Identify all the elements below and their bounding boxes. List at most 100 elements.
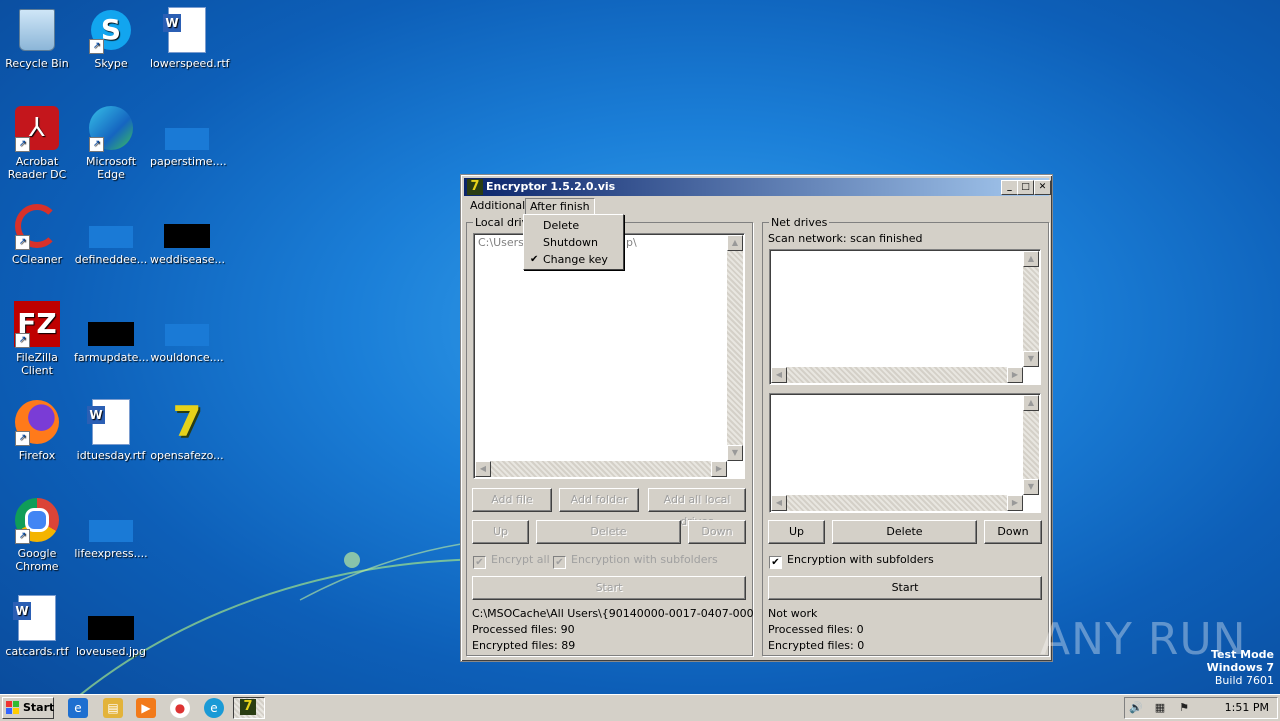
scroll-down-icon[interactable]: ▼ (1023, 351, 1039, 367)
add-folder-button[interactable]: Add folder (559, 488, 639, 512)
net-drives-list[interactable]: ▲ ▼ ◀ ▶ (769, 249, 1041, 385)
desktop-icon[interactable]: farmupdate... (74, 300, 149, 364)
net-files-vertical-scrollbar[interactable]: ▲ ▼ (1023, 395, 1039, 495)
media-player-icon[interactable]: ▶ (136, 698, 156, 718)
desktop-icon[interactable]: Wcatcards.rtf (0, 594, 74, 658)
local-down-button[interactable]: Down (688, 520, 746, 544)
encryptor-app-icon: 7 (240, 699, 256, 715)
desktop-icon-label: Acrobat Reader DC (7, 155, 67, 181)
scroll-down-icon[interactable]: ▼ (1023, 479, 1039, 495)
speaker-icon[interactable]: 🔊 (1129, 701, 1143, 715)
close-button[interactable]: ✕ (1034, 180, 1051, 195)
desktop-icon[interactable]: 7 opensafezo... (150, 397, 224, 463)
watermark-line2: Windows 7 (1206, 661, 1274, 674)
shortcut-arrow-icon: ↗ (89, 39, 104, 54)
flag-icon[interactable]: ⚑ (1177, 701, 1191, 715)
recycle-bin-icon (13, 6, 61, 54)
menu-item-change-key[interactable]: ✔ Change key (525, 251, 622, 268)
encrypt-all-checkbox[interactable]: ✔ Encrypt all (473, 553, 550, 569)
desktop-icon[interactable]: lifeexpress.... (74, 496, 148, 560)
desktop-icon[interactable]: defineddee... (74, 202, 148, 266)
scroll-left-icon[interactable]: ◀ (475, 461, 491, 477)
clock[interactable]: 1:51 PM (1225, 701, 1269, 714)
desktop-icon-label: catcards.rtf (5, 645, 69, 658)
net-down-button[interactable]: Down (984, 520, 1042, 544)
desktop-icon[interactable]: wouldonce.... (150, 300, 224, 364)
desktop-icon-label: Firefox (18, 449, 56, 462)
net-delete-button[interactable]: Delete (832, 520, 977, 544)
black-file-icon (87, 300, 135, 348)
scroll-up-icon[interactable]: ▲ (1023, 251, 1039, 267)
scroll-right-icon[interactable]: ▶ (1007, 367, 1023, 383)
desktop-icon[interactable]: FZ ↗ FileZilla Client (0, 300, 74, 377)
desktop-icon[interactable]: Wlowerspeed.rtf (150, 6, 230, 70)
scroll-up-icon[interactable]: ▲ (727, 235, 743, 251)
scroll-right-icon[interactable]: ▶ (1007, 495, 1023, 511)
net-vertical-scrollbar[interactable]: ▲ ▼ (1023, 251, 1039, 367)
skype-icon: S ↗ (87, 6, 135, 54)
network-icon[interactable]: ▦ (1153, 701, 1167, 715)
local-vertical-scrollbar[interactable]: ▲ ▼ (727, 235, 743, 461)
add-all-local-drives-button[interactable]: Add all local drives (648, 488, 746, 528)
shortcut-arrow-icon: ↗ (15, 529, 30, 544)
desktop-icon[interactable]: ↗ Microsoft Edge (74, 104, 148, 181)
local-delete-button[interactable]: Delete (536, 520, 681, 544)
local-horizontal-scrollbar[interactable]: ◀ ▶ (475, 461, 727, 477)
desktop-icon[interactable]: ↗ Google Chrome (0, 496, 74, 573)
desktop-icon[interactable]: loveused.jpg (74, 594, 148, 658)
encryptor-app-icon: 7 (172, 397, 202, 446)
desktop-icon-label: CCleaner (11, 253, 63, 266)
start-button[interactable]: Start (2, 697, 54, 719)
maximize-button[interactable]: □ (1017, 180, 1034, 195)
menu-item-delete[interactable]: Delete (525, 217, 622, 234)
edge-icon[interactable]: e (204, 698, 224, 718)
desktop-icon[interactable]: paperstime.... (150, 104, 227, 168)
desktop-icon[interactable]: Widtuesday.rtf (74, 398, 148, 462)
net-subfolders-checkbox[interactable]: ✔ Encryption with subfolders (769, 553, 934, 569)
internet-explorer-icon[interactable]: e (68, 698, 88, 718)
scan-network-status: Scan network: scan finished (768, 232, 923, 245)
shortcut-arrow-icon: ↗ (15, 137, 30, 152)
blank-file-icon (163, 104, 211, 152)
local-subfolders-checkbox[interactable]: ✔ Encryption with subfolders (553, 553, 718, 569)
desktop-icon-label: weddisease... (150, 253, 226, 266)
desktop-icon[interactable]: S ↗ Skype (74, 6, 148, 70)
desktop-icon[interactable]: weddisease... (150, 202, 226, 266)
scroll-up-icon[interactable]: ▲ (1023, 395, 1039, 411)
local-up-button[interactable]: Up (472, 520, 529, 544)
chrome-icon[interactable]: ● (170, 698, 190, 718)
black-file-icon (87, 594, 135, 642)
shortcut-arrow-icon: ↗ (15, 235, 30, 250)
net-horizontal-scrollbar[interactable]: ◀ ▶ (771, 367, 1023, 383)
desktop-icon-label: paperstime.... (150, 155, 227, 168)
net-up-button[interactable]: Up (768, 520, 825, 544)
desktop-icon[interactable]: ↗ Firefox (0, 398, 74, 462)
menu-additional[interactable]: Additional (466, 198, 529, 214)
word-document-icon: W (13, 594, 61, 642)
list-item[interactable]: C:\Users\ p\ (478, 236, 637, 249)
desktop-icon[interactable]: ⅄ ↗ Acrobat Reader DC (0, 104, 74, 181)
net-files-list[interactable]: ▲ ▼ ◀ ▶ (769, 393, 1041, 513)
taskbar-encryptor-button[interactable]: 7 (233, 697, 265, 719)
after-finish-menu: Delete Shutdown ✔ Change key (523, 214, 624, 270)
local-encrypted-count: Encrypted files: 89 (472, 639, 576, 652)
scroll-left-icon[interactable]: ◀ (771, 495, 787, 511)
file-explorer-icon[interactable]: ▤ (103, 698, 123, 718)
minimize-button[interactable]: _ (1001, 180, 1018, 195)
desktop-icon-label: Google Chrome (15, 547, 59, 573)
desktop-icon-label: wouldonce.... (150, 351, 224, 364)
desktop-icon-label: opensafezo... (150, 449, 224, 462)
net-start-button[interactable]: Start (768, 576, 1042, 600)
local-start-button[interactable]: Start (472, 576, 746, 600)
blank-file-icon (163, 300, 211, 348)
local-drives-group: Local drive C:\Users\ p\ ▲ ▼ ◀ ▶ Add file… (466, 216, 753, 656)
scroll-left-icon[interactable]: ◀ (771, 367, 787, 383)
desktop-icon[interactable]: ↗ CCleaner (0, 202, 74, 266)
add-file-button[interactable]: Add file (472, 488, 552, 512)
scroll-right-icon[interactable]: ▶ (711, 461, 727, 477)
menu-item-shutdown[interactable]: Shutdown (525, 234, 622, 251)
scroll-down-icon[interactable]: ▼ (727, 445, 743, 461)
window-titlebar[interactable]: 7 Encryptor 1.5.2.0.vis _ □ ✕ (464, 178, 1051, 196)
net-files-horizontal-scrollbar[interactable]: ◀ ▶ (771, 495, 1023, 511)
desktop-icon[interactable]: Recycle Bin (0, 6, 74, 70)
